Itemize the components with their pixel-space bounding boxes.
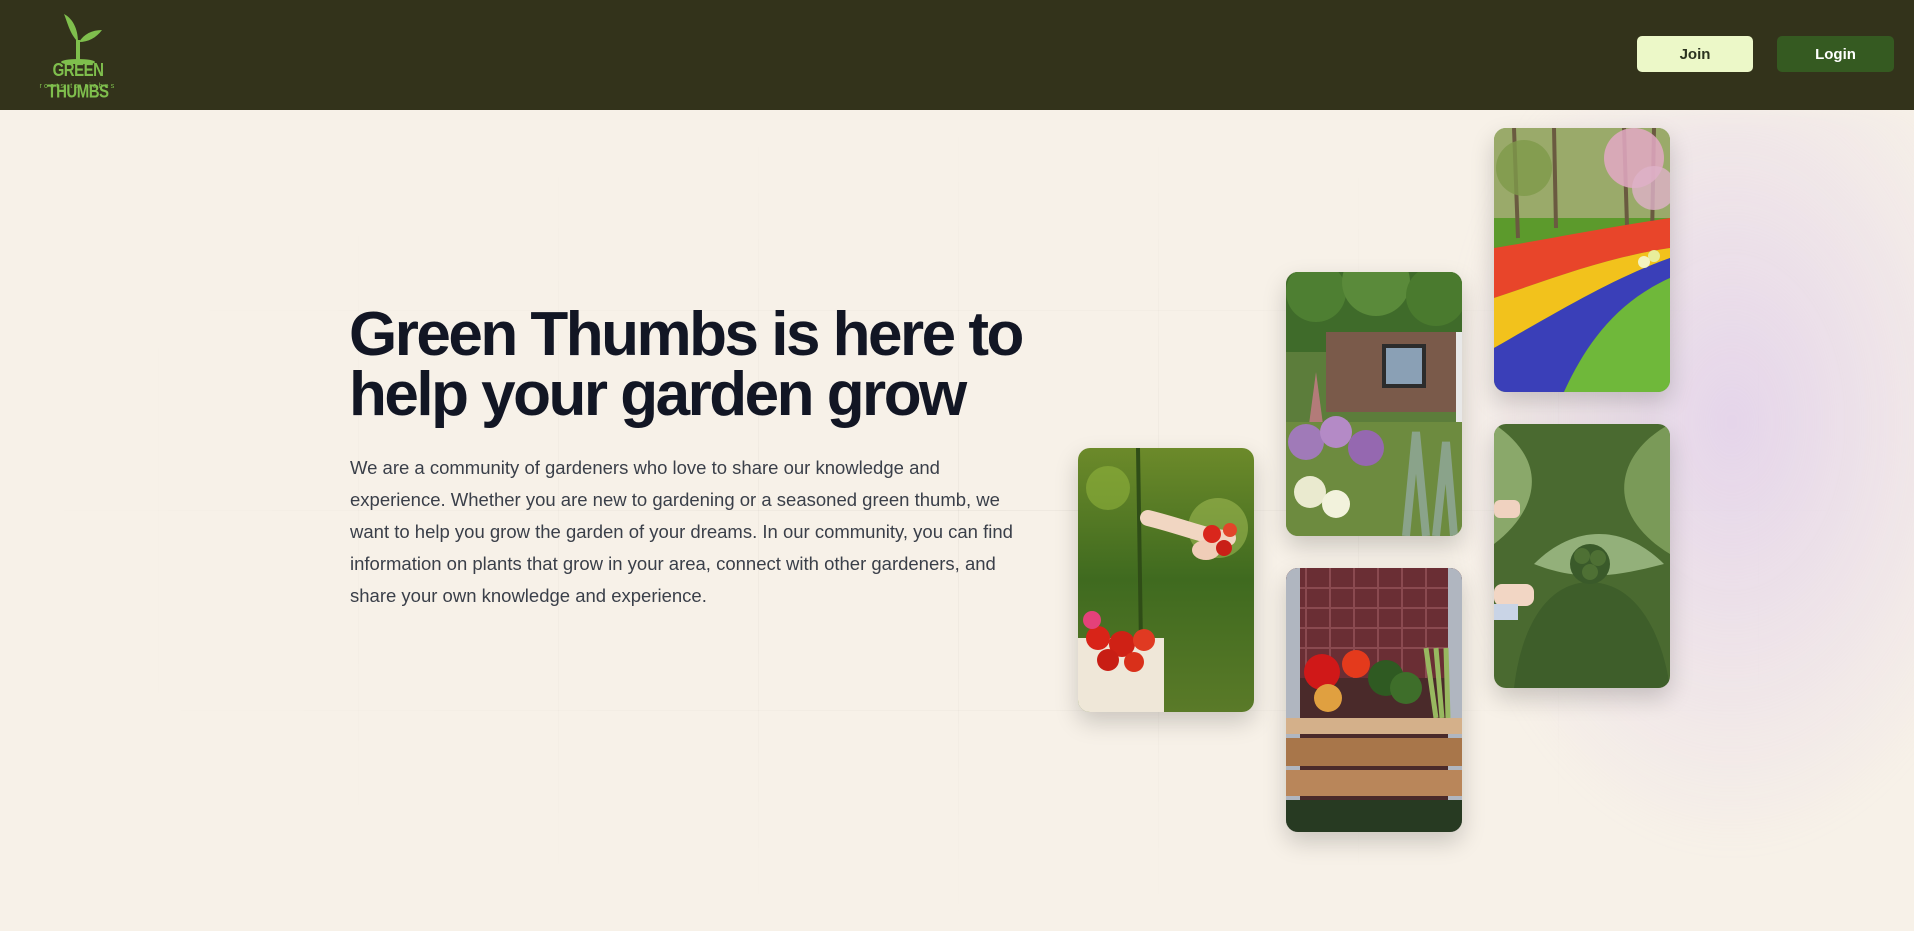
green-thumbs-logo[interactable]: GREEN THUMBS roots to riches [28, 12, 128, 102]
join-button[interactable]: Join [1637, 36, 1753, 72]
tulip-park-image [1494, 128, 1670, 392]
login-button[interactable]: Login [1777, 36, 1894, 72]
top-header: GREEN THUMBS roots to riches Join Login [0, 0, 1914, 110]
sprout-icon [61, 14, 102, 64]
vegetable-crate-image [1286, 568, 1462, 832]
logo-title: GREEN THUMBS [47, 59, 109, 103]
tomato-harvest-image [1078, 448, 1254, 712]
cottage-garden-image [1286, 272, 1462, 536]
hero-headline: Green Thumbs is here to help your garden… [349, 300, 1024, 429]
broccoli-plant-image [1494, 424, 1670, 688]
hero-description: We are a community of gardeners who love… [350, 457, 1013, 606]
logo-tagline: roots to riches [39, 83, 117, 90]
